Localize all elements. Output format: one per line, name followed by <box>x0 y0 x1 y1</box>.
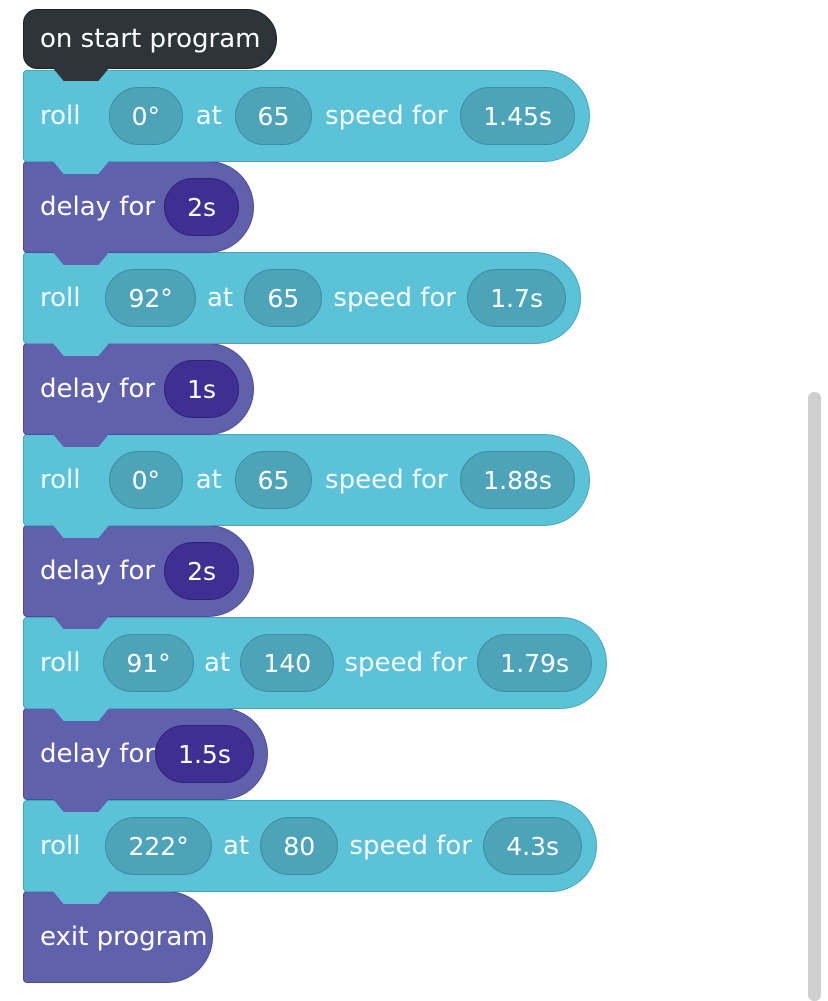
delay-label: delay for <box>40 556 156 586</box>
speed-input[interactable]: 65 <box>234 451 313 509</box>
delay-duration-input[interactable]: 1s <box>164 360 239 418</box>
delay-duration-input[interactable]: 2s <box>164 178 239 236</box>
roll-label: roll <box>40 465 81 495</box>
at-label: at <box>206 283 234 313</box>
heading-input[interactable]: 92° <box>105 269 196 327</box>
duration-input[interactable]: 1.45s <box>460 87 575 145</box>
at-label: at <box>195 465 222 495</box>
delay-block[interactable]: delay for 2s <box>23 525 254 629</box>
delay-block[interactable]: delay for 1s <box>23 343 254 447</box>
delay-duration-input[interactable]: 1.5s <box>155 725 254 783</box>
speed-input[interactable]: 65 <box>234 87 313 145</box>
speed-input[interactable]: 140 <box>240 634 335 692</box>
roll-label: roll <box>40 831 81 861</box>
speed-for-label: speed for <box>333 283 456 313</box>
duration-input[interactable]: 1.88s <box>460 451 575 509</box>
start-program-block[interactable]: on start program <box>23 9 278 81</box>
delay-label: delay for <box>40 739 156 769</box>
at-label: at <box>222 831 250 861</box>
speed-for-label: speed for <box>325 101 448 131</box>
heading-input[interactable]: 0° <box>108 451 184 509</box>
roll-block[interactable]: roll 91° at 140 speed for 1.79s <box>23 617 607 721</box>
roll-block[interactable]: roll 92° at 65 speed for 1.7s <box>23 252 581 356</box>
roll-label: roll <box>40 283 81 313</box>
heading-input[interactable]: 0° <box>108 87 184 145</box>
speed-input[interactable]: 80 <box>260 817 339 875</box>
delay-label: delay for <box>40 192 156 222</box>
speed-input[interactable]: 65 <box>244 269 323 327</box>
exit-program-block[interactable]: exit program <box>23 891 213 983</box>
speed-for-label: speed for <box>325 465 448 495</box>
roll-label: roll <box>40 648 81 678</box>
roll-block[interactable]: roll 0° at 65 speed for 1.45s <box>23 70 590 174</box>
delay-block[interactable]: delay for 2s <box>23 161 254 265</box>
start-program-label: on start program <box>40 24 261 54</box>
heading-input[interactable]: 91° <box>103 634 194 692</box>
duration-input[interactable]: 1.7s <box>467 269 566 327</box>
delay-duration-input[interactable]: 2s <box>164 542 239 600</box>
roll-block[interactable]: roll 0° at 65 speed for 1.88s <box>23 434 590 538</box>
roll-label: roll <box>40 101 81 131</box>
vertical-scrollbar[interactable] <box>808 392 821 1001</box>
program-canvas: on start program roll 0° at 65 speed for… <box>0 0 828 1001</box>
duration-input[interactable]: 1.79s <box>477 634 592 692</box>
exit-program-label: exit program <box>40 922 208 952</box>
heading-input[interactable]: 222° <box>105 817 212 875</box>
delay-block[interactable]: delay for 1.5s <box>23 708 268 812</box>
delay-label: delay for <box>40 374 156 404</box>
at-label: at <box>195 101 222 131</box>
roll-block[interactable]: roll 222° at 80 speed for 4.3s <box>23 800 597 904</box>
speed-for-label: speed for <box>344 648 467 678</box>
speed-for-label: speed for <box>349 831 472 861</box>
duration-input[interactable]: 4.3s <box>483 817 583 875</box>
at-label: at <box>203 648 231 678</box>
